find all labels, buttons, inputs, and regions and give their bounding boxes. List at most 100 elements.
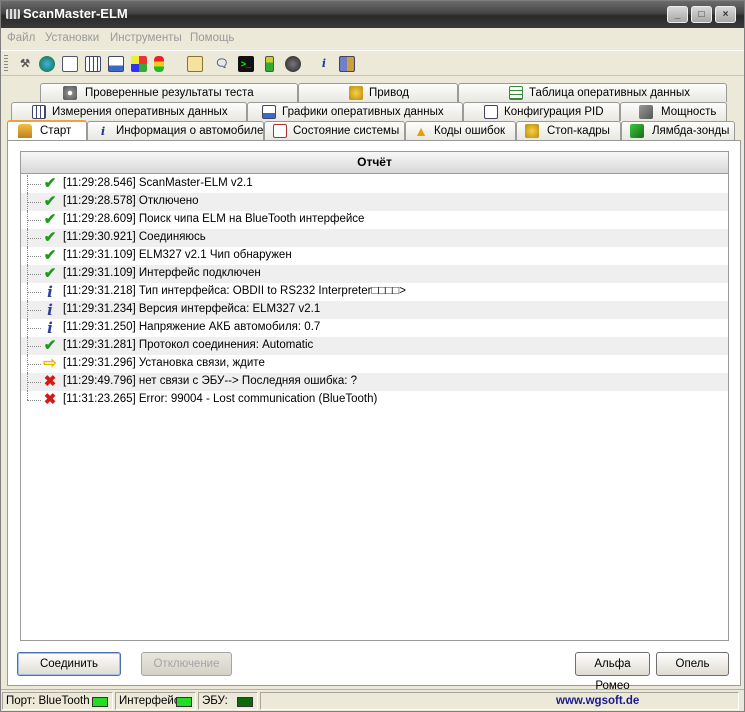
report-list[interactable]: Отчёт ✔ [11:29:28.546] ScanMaster-ELM v2.… bbox=[20, 151, 729, 641]
status-bar: Порт: BlueTooth Интерфейс ЭБУ: www.wgsof… bbox=[1, 689, 744, 711]
status-port: Порт: BlueTooth bbox=[2, 692, 113, 710]
checkmark-icon: ✔ bbox=[43, 193, 57, 210]
clipboard-icon[interactable] bbox=[187, 56, 203, 72]
tree-connector bbox=[27, 328, 41, 329]
connect-button[interactable]: Соединить bbox=[17, 652, 121, 676]
tab-live-data-graphs[interactable]: Графики оперативных данных bbox=[247, 102, 463, 121]
tab-label: Старт bbox=[40, 125, 72, 137]
tab-live-data-measure[interactable]: Измерения оперативных данных bbox=[11, 102, 247, 121]
report-row[interactable]: i [11:29:31.234] Версия интерфейса: ELM32… bbox=[21, 301, 728, 319]
tab-vehicle-info[interactable]: i Информация о автомобиле bbox=[87, 121, 264, 140]
report-row-text: [11:29:31.296] Установка связи, ждите bbox=[63, 357, 265, 369]
tab-freeze-frames[interactable]: Стоп-кадры bbox=[516, 121, 621, 140]
menu-help[interactable]: Помощь bbox=[190, 32, 234, 44]
home-icon bbox=[18, 124, 32, 138]
book-icon[interactable] bbox=[339, 56, 355, 72]
grid-icon bbox=[32, 105, 46, 119]
title-bar[interactable]: ScanMaster-ELM _ □ × bbox=[1, 1, 744, 28]
hand-icon bbox=[525, 124, 539, 138]
grid-icon[interactable] bbox=[85, 56, 101, 72]
tab-label: Лямбда-зонды bbox=[652, 125, 730, 137]
chat-icon[interactable]: 🗨 bbox=[214, 56, 230, 72]
tab-test-results[interactable]: Проверенные результаты теста bbox=[40, 83, 298, 102]
map-icon[interactable] bbox=[131, 56, 147, 72]
tab-label: Мощность bbox=[661, 106, 717, 118]
info-icon[interactable]: i bbox=[316, 56, 332, 72]
maximize-button[interactable]: □ bbox=[691, 6, 712, 23]
globe-icon[interactable] bbox=[39, 56, 55, 72]
status-ecu: ЭБУ: bbox=[198, 692, 258, 710]
tab-label: Информация о автомобиле bbox=[116, 125, 264, 137]
sensor-icon bbox=[630, 124, 644, 138]
report-row[interactable]: ✔ [11:29:30.921] Соединяюсь bbox=[21, 229, 728, 247]
report-row-text: [11:29:31.109] Интерфейс подключен bbox=[63, 267, 261, 279]
interface-label: Интерфейс bbox=[119, 695, 180, 707]
tree-connector bbox=[27, 292, 41, 293]
menu-settings[interactable]: Установки bbox=[45, 32, 99, 44]
tree-connector bbox=[27, 274, 41, 275]
disconnect-button[interactable]: Отключение bbox=[141, 652, 232, 676]
report-row[interactable]: i [11:29:31.250] Напряжение АКБ автомобил… bbox=[21, 319, 728, 337]
report-row[interactable]: ✖ [11:29:49.796] нет связи с ЭБУ--> После… bbox=[21, 373, 728, 391]
report-row[interactable]: ✔ [11:29:31.109] Интерфейс подключен bbox=[21, 265, 728, 283]
tab-system-status[interactable]: Состояние системы bbox=[264, 121, 405, 140]
chart-icon[interactable] bbox=[108, 56, 124, 72]
report-row[interactable]: ⇨ [11:29:31.296] Установка связи, ждите bbox=[21, 355, 728, 373]
table-icon bbox=[509, 86, 523, 100]
website-link[interactable]: www.wgsoft.de bbox=[556, 695, 639, 707]
gear-icon bbox=[63, 86, 77, 100]
report-row-text: [11:29:28.578] Отключено bbox=[63, 195, 199, 207]
info-icon: i bbox=[47, 319, 53, 337]
report-row[interactable]: i [11:29:31.218] Тип интерфейса: OBDII to… bbox=[21, 283, 728, 301]
alfa-romeo-button[interactable]: Альфа Ромео bbox=[575, 652, 650, 692]
report-row-text: [11:29:49.796] нет связи с ЭБУ--> Послед… bbox=[63, 375, 357, 387]
tree-connector bbox=[27, 238, 41, 239]
tree-connector bbox=[27, 400, 41, 401]
report-row[interactable]: ✔ [11:29:31.281] Протокол соединения: Aut… bbox=[21, 337, 728, 355]
tab-label: Графики оперативных данных bbox=[282, 106, 444, 118]
report-row[interactable]: ✔ [11:29:28.609] Поиск чипа ELM на BlueTo… bbox=[21, 211, 728, 229]
document-icon[interactable] bbox=[62, 56, 78, 72]
battery-icon[interactable] bbox=[265, 56, 274, 72]
tree-connector bbox=[27, 382, 41, 383]
report-row[interactable]: ✖ [11:31:23.265] Error: 99004 - Lost comm… bbox=[21, 391, 728, 409]
port-led bbox=[92, 697, 108, 707]
terminal-icon[interactable]: >_ bbox=[238, 56, 254, 72]
tab-lambda-sensors[interactable]: Лямбда-зонды bbox=[621, 121, 735, 140]
report-row-text: [11:29:31.250] Напряжение АКБ автомобиля… bbox=[63, 321, 321, 333]
traffic-light-icon[interactable] bbox=[154, 56, 164, 72]
gauge-icon[interactable] bbox=[285, 56, 301, 72]
menu-file[interactable]: Файл bbox=[7, 32, 35, 44]
checkmark-icon: ✔ bbox=[43, 247, 57, 264]
menu-bar: Файл Установки Инструменты Помощь bbox=[1, 29, 744, 49]
document-icon bbox=[484, 105, 498, 119]
report-row[interactable]: ✔ [11:29:28.546] ScanMaster-ELM v2.1 bbox=[21, 175, 728, 193]
minimize-button[interactable]: _ bbox=[667, 6, 688, 23]
tab-error-codes[interactable]: ▲ Коды ошибок bbox=[405, 121, 516, 140]
report-row[interactable]: ✔ [11:29:28.578] Отключено bbox=[21, 193, 728, 211]
toolbar-grip[interactable] bbox=[4, 55, 8, 73]
interface-led bbox=[176, 697, 192, 707]
error-x-icon: ✖ bbox=[43, 391, 57, 408]
tab-start[interactable]: Старт bbox=[7, 120, 87, 140]
opel-button[interactable]: Опель bbox=[656, 652, 729, 676]
tools-icon[interactable]: ⚒ bbox=[17, 56, 33, 72]
tab-label: Состояние системы bbox=[293, 125, 400, 137]
window-title: ScanMaster-ELM bbox=[23, 6, 128, 21]
tab-live-data-table[interactable]: Таблица оперативных данных bbox=[458, 83, 727, 102]
close-button[interactable]: × bbox=[715, 6, 736, 23]
tree-connector bbox=[27, 256, 41, 257]
report-row[interactable]: ✔ [11:29:31.109] ELM327 v2.1 Чип обнаруже… bbox=[21, 247, 728, 265]
menu-tools[interactable]: Инструменты bbox=[110, 32, 182, 44]
toolbar: ⚒ 🗨 >_ i bbox=[1, 50, 744, 76]
tab-drive[interactable]: Привод bbox=[298, 83, 458, 102]
tab-pid-config[interactable]: Конфигурация PID bbox=[463, 102, 620, 121]
tab-power[interactable]: Мощность bbox=[620, 102, 727, 121]
report-row-text: [11:31:23.265] Error: 99004 - Lost commu… bbox=[63, 393, 378, 405]
tree-connector bbox=[27, 346, 41, 347]
report-row-text: [11:29:31.218] Тип интерфейса: OBDII to … bbox=[63, 285, 406, 297]
tab-label: Стоп-кадры bbox=[547, 125, 610, 137]
report-header[interactable]: Отчёт bbox=[21, 152, 728, 174]
port-label: Порт: BlueTooth bbox=[6, 695, 90, 707]
report-row-text: [11:29:28.546] ScanMaster-ELM v2.1 bbox=[63, 177, 253, 189]
